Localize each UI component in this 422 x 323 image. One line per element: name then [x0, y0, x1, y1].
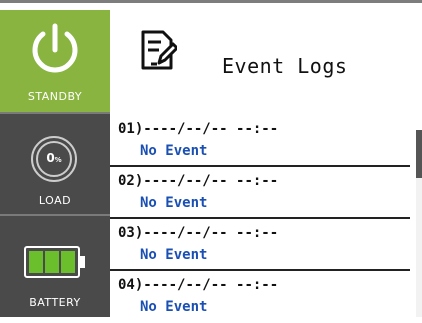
load-value-number: 0: [46, 151, 55, 165]
sidebar: STANDBY 0% LOAD BATTERY: [0, 10, 110, 317]
sidebar-battery-tile[interactable]: BATTERY: [0, 214, 110, 317]
event-line: 01)----/--/-- --:--: [118, 121, 278, 137]
event-timestamp: ----/--/-- --:--: [143, 173, 279, 189]
event-row[interactable]: 02)----/--/-- --:-- No Event: [110, 167, 410, 219]
event-line: 03)----/--/-- --:--: [118, 225, 278, 241]
ups-display: STANDBY 0% LOAD BATTERY Event Logs 01)--…: [0, 0, 422, 317]
standby-label: STANDBY: [27, 90, 83, 103]
scrollbar[interactable]: [416, 130, 422, 317]
battery-icon: [24, 246, 85, 278]
event-line: 04)----/--/-- --:--: [118, 277, 278, 293]
event-timestamp: ----/--/-- --:--: [143, 121, 279, 137]
event-row[interactable]: 03)----/--/-- --:-- No Event: [110, 219, 410, 271]
event-status: No Event: [140, 195, 208, 211]
sidebar-standby-tile[interactable]: STANDBY: [0, 10, 110, 112]
load-label: LOAD: [38, 194, 72, 207]
event-index: 02): [118, 173, 144, 189]
sidebar-load-tile[interactable]: 0% LOAD: [0, 112, 110, 214]
event-index: 01): [118, 121, 144, 137]
load-value: 0%: [29, 151, 79, 165]
event-timestamp: ----/--/-- --:--: [143, 225, 279, 241]
event-index: 04): [118, 277, 144, 293]
event-row[interactable]: 04)----/--/-- --:-- No Event: [110, 271, 410, 323]
event-status: No Event: [140, 143, 208, 159]
battery-label: BATTERY: [29, 296, 81, 309]
top-border: [0, 0, 422, 10]
event-row[interactable]: 01)----/--/-- --:-- No Event: [110, 115, 410, 167]
scrollbar-thumb[interactable]: [416, 130, 422, 178]
page-title: Event Logs: [222, 54, 348, 78]
event-status: No Event: [140, 247, 208, 263]
event-index: 03): [118, 225, 144, 241]
main-content: Event Logs 01)----/--/-- --:-- No Event …: [110, 10, 422, 317]
event-line: 02)----/--/-- --:--: [118, 173, 278, 189]
event-timestamp: ----/--/-- --:--: [143, 277, 279, 293]
event-list: 01)----/--/-- --:-- No Event 02)----/--/…: [110, 115, 410, 323]
load-value-unit: %: [54, 156, 62, 164]
event-status: No Event: [140, 299, 208, 315]
log-edit-icon: [141, 30, 177, 70]
power-icon: [32, 23, 78, 73]
